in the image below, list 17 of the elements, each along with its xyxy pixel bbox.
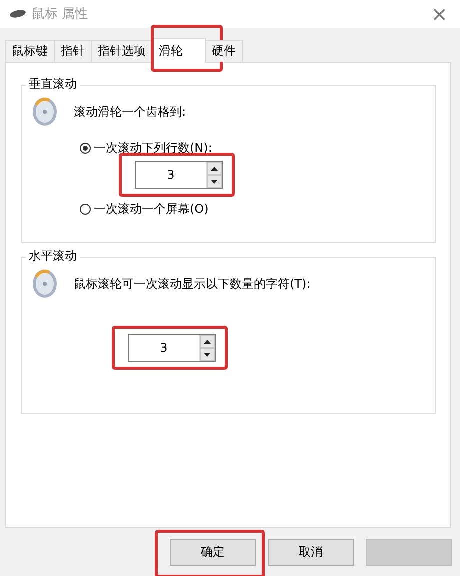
dialog-button[interactable]: 取消 [268, 539, 354, 566]
window-title: 鼠标 属性 [32, 6, 90, 23]
tab[interactable]: 鼠标键 [5, 40, 55, 62]
prompt-text: 滚动滑轮一个齿格到: [74, 104, 186, 121]
number-spinbox[interactable]: 3 [128, 334, 216, 362]
prompt-text: 鼠标滚轮可一次滚动显示以下数量的字符(T): [74, 276, 311, 293]
group-title: 垂直滚动 [26, 76, 80, 93]
tab[interactable]: 硬件 [205, 40, 243, 62]
radio-label[interactable]: 一次滚动一个屏幕(O) [94, 201, 209, 218]
radio-button[interactable] [80, 204, 91, 215]
tab[interactable]: 滑轮 [152, 38, 206, 63]
dialog-button[interactable]: 确定 [170, 539, 256, 566]
radio-button[interactable] [80, 143, 91, 154]
close-button[interactable]: × [427, 4, 452, 24]
mouse-icon [10, 10, 26, 18]
number-spinbox[interactable]: 3 [135, 161, 223, 189]
group-title: 水平滚动 [26, 248, 80, 265]
